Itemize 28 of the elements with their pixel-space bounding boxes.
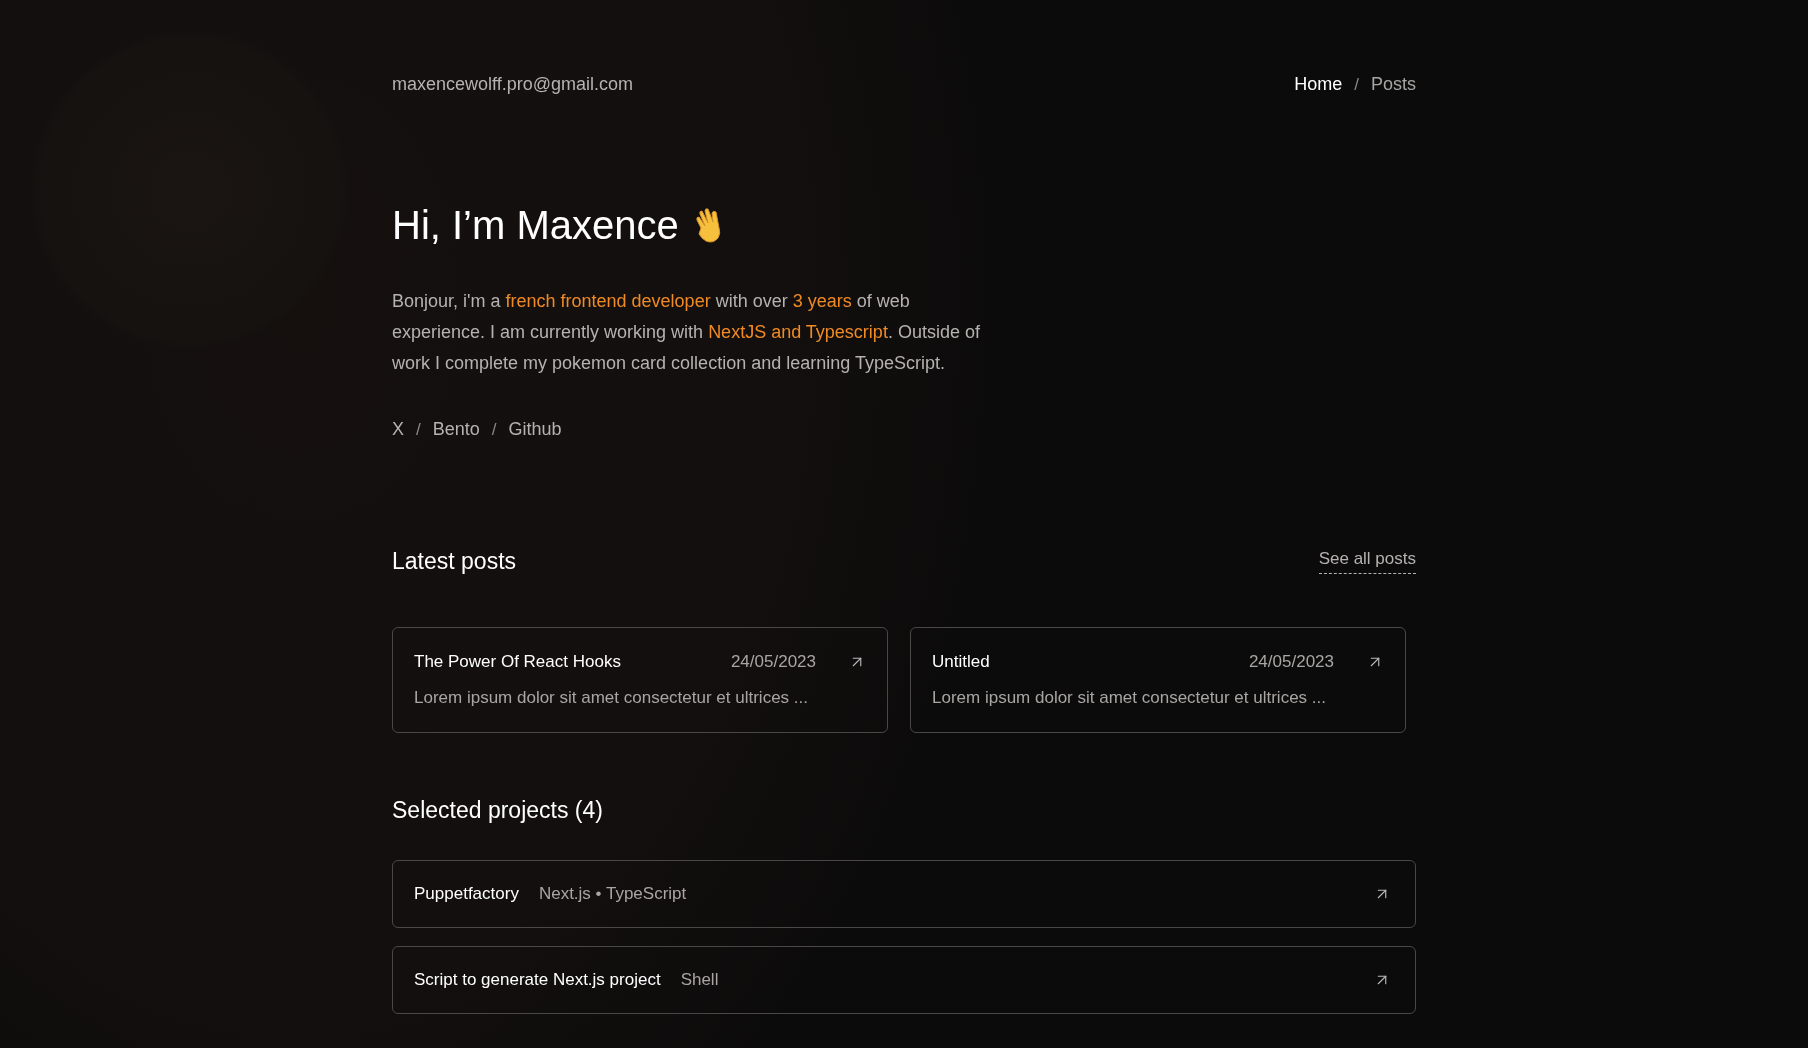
post-excerpt: Lorem ipsum dolor sit amet consectetur et ultrices ...: [414, 688, 809, 708]
social-link[interactable]: Github: [508, 419, 562, 440]
project-stack: Shell: [680, 970, 720, 990]
post-title: The Power Of React Hooks: [414, 652, 622, 672]
separator-text: /: [491, 419, 497, 440]
nav-link[interactable]: Home: [1294, 74, 1343, 95]
hero-title: Hi, I’m Maxence: [392, 203, 679, 248]
separator-text: /: [416, 419, 421, 440]
project-name: Script to generate Next.js project: [414, 970, 661, 990]
project-name: Puppetfactory: [414, 884, 519, 904]
bio-paragraph: Bonjour, i'm a french frontend developer with over 3 years of web experience. I am currently working with NextJS and Typescript. Outside of work I complete my pokemon card collection and learning TypeScript.: [392, 290, 981, 375]
project-row[interactable]: Script to generate Next.js project Shell: [392, 946, 1416, 1014]
post-title: Untitled: [932, 652, 991, 672]
social-link[interactable]: X: [392, 419, 404, 440]
post-card[interactable]: Untitled 24/05/2023 Lorem ipsum dolor sit amet consectetur et ultrices ...: [910, 627, 1406, 733]
project-stack: Next.js • TypeScript: [538, 884, 688, 904]
project-row[interactable]: Puppetfactory Next.js • TypeScript: [392, 860, 1416, 928]
section-title: Latest posts: [392, 548, 517, 575]
social-link[interactable]: Bento: [432, 419, 480, 440]
see-all-posts-link[interactable]: See all posts: [1318, 549, 1416, 574]
nav-link[interactable]: Posts: [1370, 74, 1416, 95]
post-date: 24/05/2023: [1248, 652, 1334, 672]
section-title: Selected projects (4): [392, 797, 604, 824]
email-text: maxencewolff.pro@gmail.com: [392, 74, 634, 95]
post-date: 24/05/2023: [730, 652, 816, 672]
post-excerpt: Lorem ipsum dolor sit amet consectetur et ultrices ...: [932, 688, 1327, 708]
separator-text: /: [1354, 74, 1359, 95]
post-card[interactable]: The Power Of React Hooks 24/05/2023 Lorem ipsum dolor sit amet consectetur et ultrices ...: [392, 627, 888, 733]
